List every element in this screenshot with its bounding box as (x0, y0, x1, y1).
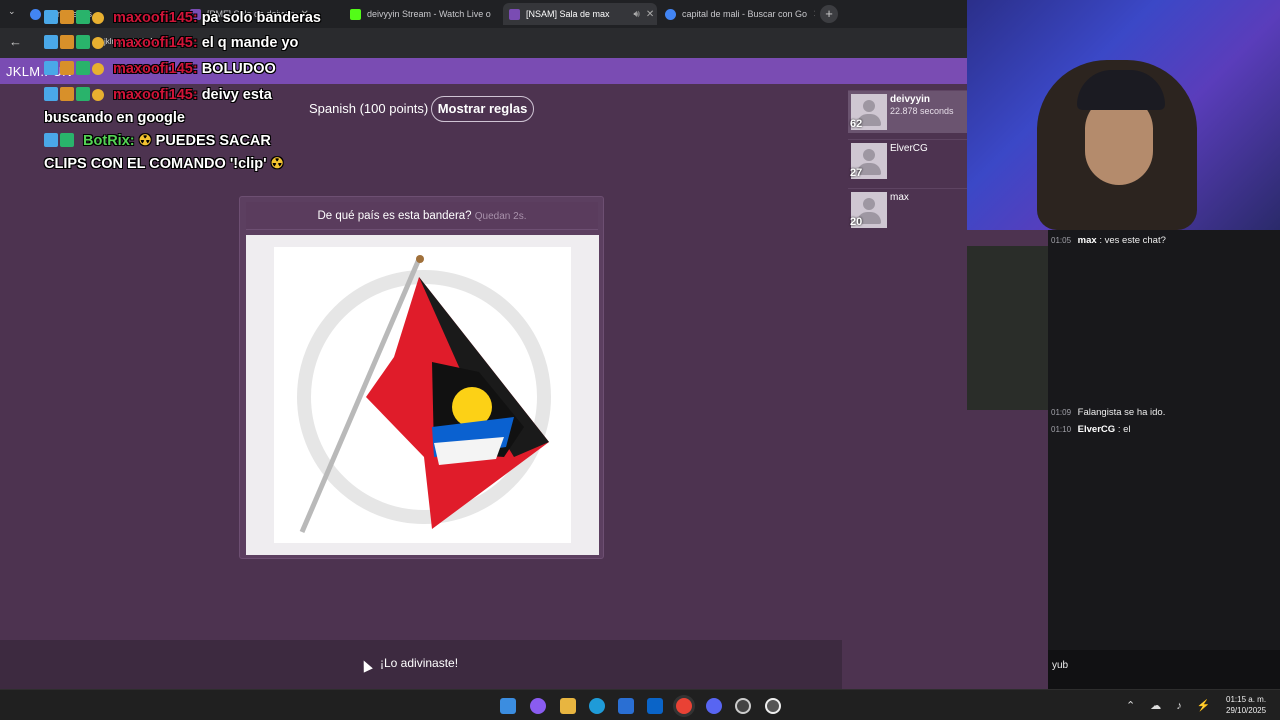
speaker-icon[interactable]: 🔊︎ (634, 9, 640, 20)
chat-message: maxoofi145: el q mande yo (44, 33, 298, 56)
tab-capital-de-mali[interactable]: capital de mali - Buscar con Go ✕ (665, 3, 815, 25)
system-tray[interactable]: ⌃ ☁ ♪ ⚡ (1126, 699, 1217, 712)
webcam-streamer-1 (967, 0, 1280, 230)
jklm-icon (509, 8, 520, 20)
chat-user[interactable]: ElverCG (1078, 424, 1116, 435)
time-left: Quedan 2s. (474, 211, 527, 222)
score-row: 27 ElverCG (848, 139, 968, 182)
scoreboard: 62 deivyyin 22.878 seconds 27 ElverCG 20… (848, 90, 968, 237)
tab-search-icon[interactable]: ⌄ (8, 6, 16, 17)
edge-icon[interactable] (589, 698, 605, 714)
outlook-icon[interactable] (647, 698, 663, 714)
player-time: 22.878 seconds (890, 106, 954, 116)
chat-text: el q mande yo (201, 35, 299, 51)
score-row: 20 max (848, 188, 968, 231)
chat-line: 01:10 ElverCG : el (1051, 424, 1131, 435)
chat-badges (44, 87, 106, 108)
tab-label: deivyyin Stream - Watch Live o (367, 9, 491, 19)
question-card: De qué país es esta bandera? Quedan 2s. (239, 196, 604, 559)
file-explorer-icon[interactable] (560, 698, 576, 714)
clock-date: 29/10/2025 (1226, 706, 1267, 715)
steelseries-icon[interactable] (735, 698, 751, 714)
chat-username: BotRix: (83, 133, 135, 149)
windows-start-icon[interactable] (500, 698, 516, 714)
clock-time: 01:15 a. m. (1226, 695, 1267, 704)
player-points: 20 (850, 216, 863, 228)
chrome-icon[interactable] (676, 698, 692, 714)
windows-taskbar: ⌃ ☁ ♪ ⚡ 01:15 a. m. 29/10/2025 (0, 689, 1280, 720)
chat-username: maxoofi145: (113, 61, 198, 77)
obs-icon[interactable] (765, 698, 781, 714)
tab-label: [NSAM] Sala de max (526, 9, 610, 19)
chat-badges (44, 133, 76, 154)
antigua-flag-icon (297, 255, 551, 533)
player-points: 62 (850, 118, 863, 130)
chat-text: BOLUDOO (201, 61, 276, 77)
flag-image (274, 247, 571, 543)
player-name: max (890, 192, 909, 203)
chat-line: 01:09 Falangista se ha ido. (1051, 407, 1165, 418)
chat-username: maxoofi145: (113, 10, 198, 26)
store-icon[interactable] (618, 698, 634, 714)
score-row: 62 deivyyin 22.878 seconds (848, 90, 968, 133)
chat-text: PUEDES SACAR CLIPS CON EL COMANDO '!clip… (44, 133, 271, 172)
chat-input[interactable]: yub (1048, 650, 1280, 689)
chat-username: maxoofi145: (113, 87, 198, 103)
copilot-icon[interactable] (530, 698, 546, 714)
language-label: Spanish (100 points) (309, 101, 429, 116)
chat-message: maxoofi145: BOLUDOO (44, 59, 276, 82)
show-rules-button[interactable]: Mostrar reglas (431, 96, 534, 122)
google-icon (665, 8, 676, 20)
chat-text: : el (1117, 424, 1131, 435)
chat-message: maxoofi145: pa solo banderas (44, 8, 321, 31)
guessed-message: ¡Lo adivinaste! (380, 656, 459, 670)
taskbar-clock[interactable]: 01:15 a. m. 29/10/2025 (1226, 694, 1266, 716)
chat-line: 01:05 max : ves este chat? (1051, 235, 1166, 246)
flag-image-frame (246, 235, 599, 555)
google-icon (30, 8, 41, 20)
tab-nsam-sala[interactable]: [NSAM] Sala de max 🔊︎ ✕ (503, 3, 657, 25)
close-tab-icon[interactable]: ✕ (646, 9, 654, 20)
close-tab-icon[interactable]: ✕ (813, 9, 815, 20)
player-name: deivyyin (890, 94, 931, 105)
chat-text: Falangista se ha ido. (1077, 407, 1166, 418)
player-points: 27 (850, 167, 863, 179)
chat-username: maxoofi145: (113, 35, 198, 51)
new-tab-button[interactable]: + (820, 5, 838, 23)
radioactive-icon: ☢ (270, 156, 284, 172)
chat-timestamp: 01:05 (1051, 236, 1072, 245)
discord-icon[interactable] (706, 698, 722, 714)
chat-badges (44, 35, 106, 56)
tab-label: capital de mali - Buscar con Go (682, 9, 808, 19)
question-header: De qué país es esta bandera? Quedan 2s. (246, 202, 598, 230)
radioactive-icon: ☢ (138, 133, 152, 149)
chat-badges (44, 61, 106, 82)
player-name: ElverCG (890, 143, 928, 154)
answer-bar: ¡Lo adivinaste! (0, 640, 842, 689)
chat-text: : ves este chat? (1099, 235, 1166, 246)
side-chat-panel: 01:05 max : ves este chat? 01:09 Falangi… (1048, 230, 1280, 689)
kick-icon (350, 8, 361, 20)
back-arrow-icon[interactable]: ← (9, 34, 22, 49)
tab-deivyyin-stream[interactable]: deivyyin Stream - Watch Live o ✕ (350, 3, 495, 25)
chat-message: BotRix: ☢ PUEDES SACAR CLIPS CON EL COMA… (44, 131, 314, 175)
chat-text: pa solo banderas (201, 10, 321, 26)
chat-message: maxoofi145: deivy esta buscando en googl… (44, 85, 294, 129)
question-text: De qué país es esta bandera? (317, 210, 472, 222)
chat-user[interactable]: max (1078, 235, 1097, 246)
chat-timestamp: 01:09 (1051, 408, 1072, 417)
chat-timestamp: 01:10 (1051, 425, 1072, 434)
chat-badges (44, 10, 106, 31)
